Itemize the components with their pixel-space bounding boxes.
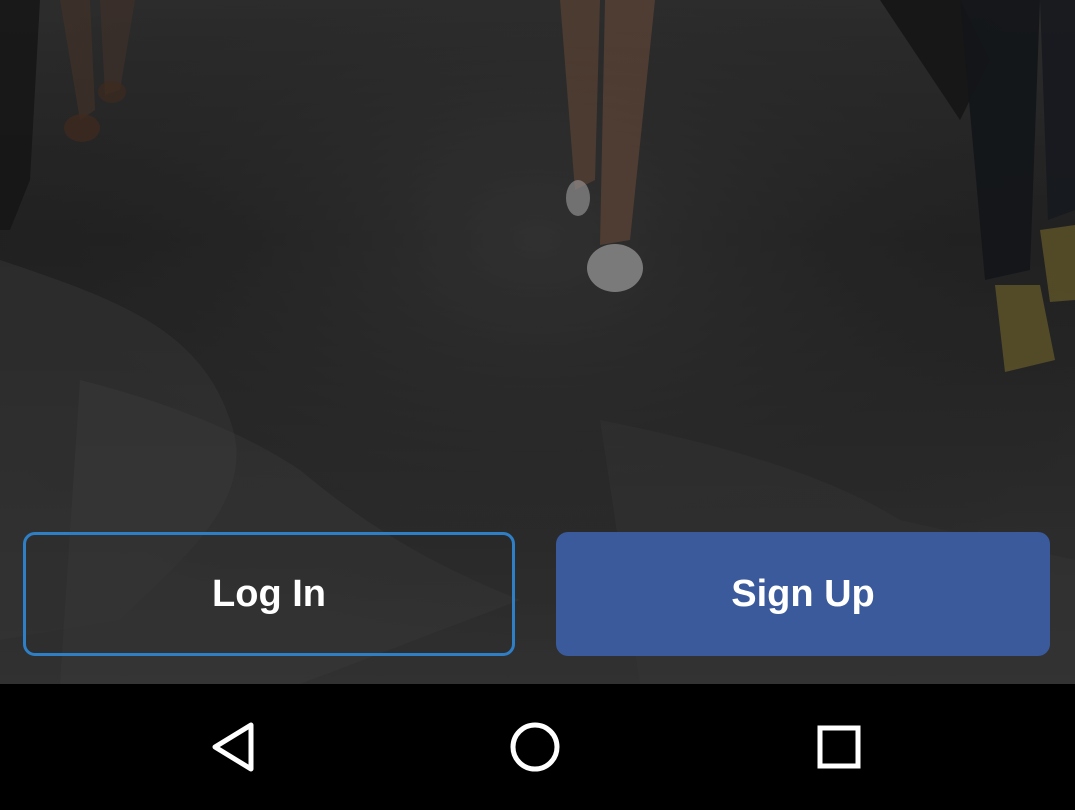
welcome-screen: Log In Sign Up [0, 0, 1075, 810]
recents-square-icon [817, 725, 861, 769]
signup-button-label: Sign Up [731, 572, 875, 615]
login-button[interactable]: Log In [23, 532, 515, 656]
back-triangle-icon [212, 722, 254, 772]
login-button-label: Log In [212, 572, 326, 615]
back-button[interactable] [198, 712, 268, 782]
system-navigation-bar [0, 684, 1075, 810]
recents-button[interactable] [804, 712, 874, 782]
signup-button[interactable]: Sign Up [556, 532, 1050, 656]
home-button[interactable] [500, 712, 570, 782]
home-circle-icon [510, 722, 560, 772]
